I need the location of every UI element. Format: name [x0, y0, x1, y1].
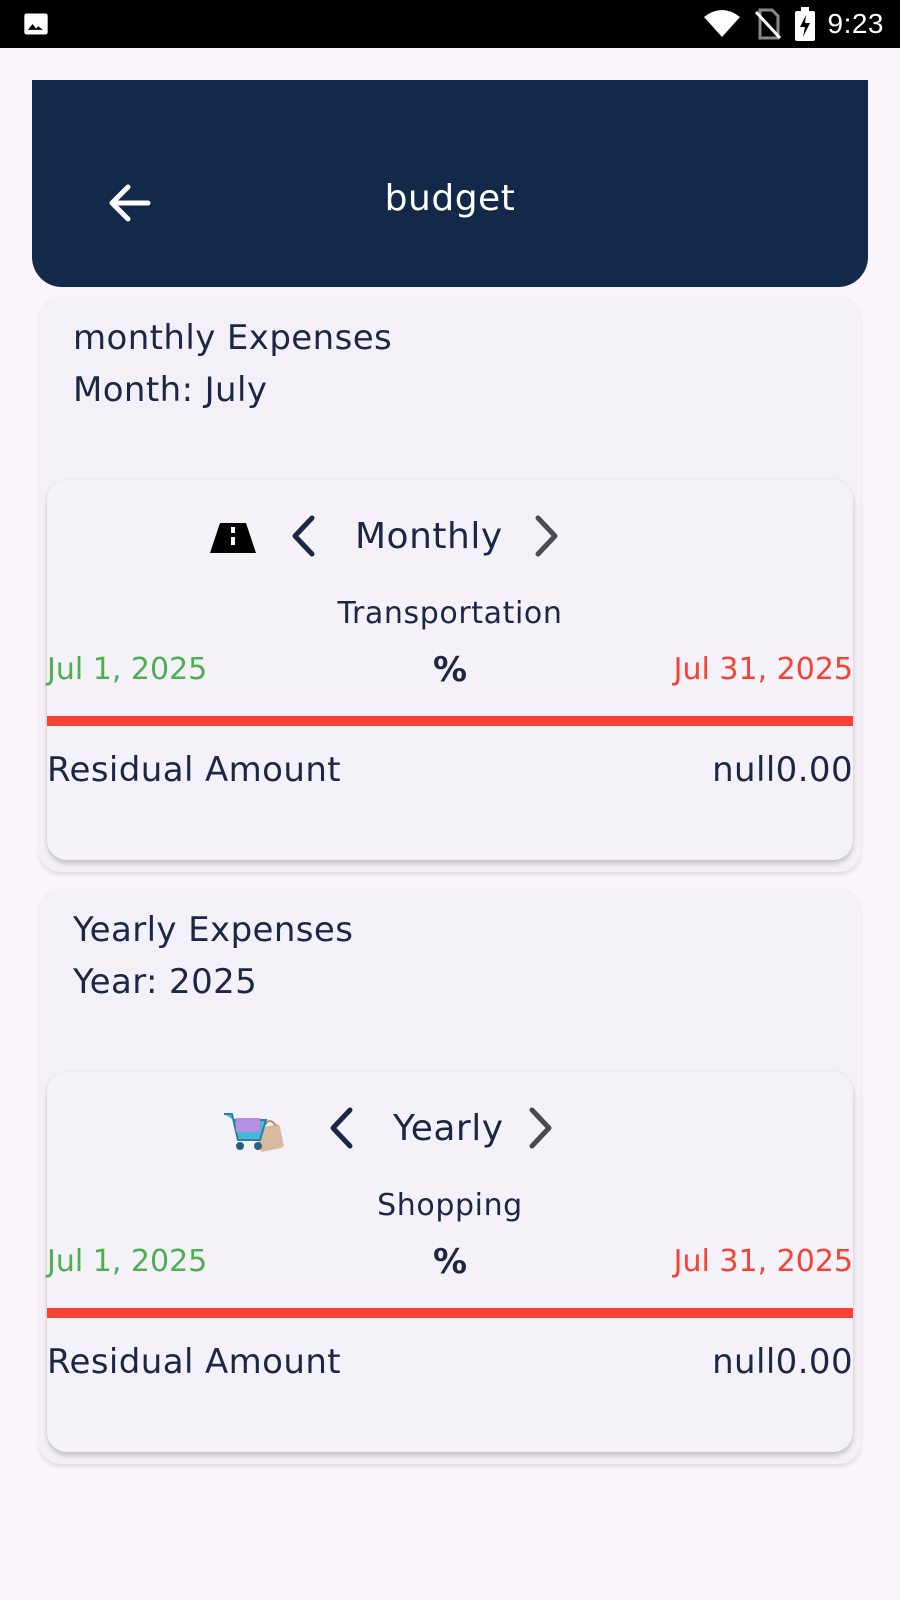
section-title: monthly Expenses — [73, 318, 393, 358]
chevron-left-icon — [328, 1107, 354, 1153]
wifi-icon — [702, 9, 742, 39]
progress-fill — [47, 1308, 853, 1318]
residual-amount-value: null0.00 — [712, 1342, 853, 1382]
yearly-expenses-section: Yearly Expenses Year: 2025 Yearly Shoppi… — [39, 888, 861, 1464]
category-name: Shopping — [377, 1188, 523, 1223]
monthly-expenses-section: monthly Expenses Month: July Monthly Tra… — [39, 296, 861, 872]
end-date: Jul 31, 2025 — [673, 652, 853, 687]
budget-card[interactable]: Yearly Shopping Jul 1, 2025 % Jul 31, 20… — [47, 1072, 853, 1452]
arrow-left-icon — [108, 181, 152, 229]
period-label: Monthly — [355, 516, 503, 557]
residual-amount-value: null0.00 — [712, 750, 853, 790]
shopping-cart-icon — [219, 1102, 289, 1158]
status-bar: 9:23 — [0, 0, 900, 48]
period-selector: Yearly — [47, 1102, 853, 1158]
back-button[interactable] — [100, 175, 160, 235]
period-label: Yearly — [393, 1108, 504, 1149]
residual-amount-label: Residual Amount — [47, 1342, 342, 1382]
chevron-right-icon — [534, 515, 560, 561]
next-period-button[interactable] — [521, 1106, 561, 1154]
no-sim-icon — [754, 8, 782, 40]
category-name: Transportation — [337, 596, 563, 631]
previous-period-button[interactable] — [283, 514, 323, 562]
chevron-right-icon — [528, 1107, 554, 1153]
budget-card[interactable]: Monthly Transportation Jul 1, 2025 % Jul… — [47, 480, 853, 860]
road-icon — [210, 510, 256, 566]
status-time: 9:23 — [827, 8, 884, 39]
section-title: Yearly Expenses — [73, 910, 354, 950]
chevron-left-icon — [290, 515, 316, 561]
section-subtitle: Year: 2025 — [73, 962, 258, 1002]
battery-charging-icon — [794, 7, 816, 41]
progress-fill — [47, 716, 853, 726]
residual-amount-label: Residual Amount — [47, 750, 342, 790]
image-icon — [22, 10, 50, 38]
end-date: Jul 31, 2025 — [673, 1244, 853, 1279]
progress-bar — [47, 716, 853, 726]
section-subtitle: Month: July — [73, 370, 268, 410]
next-period-button[interactable] — [527, 514, 567, 562]
period-selector: Monthly — [47, 510, 853, 566]
progress-bar — [47, 1308, 853, 1318]
previous-period-button[interactable] — [321, 1106, 361, 1154]
